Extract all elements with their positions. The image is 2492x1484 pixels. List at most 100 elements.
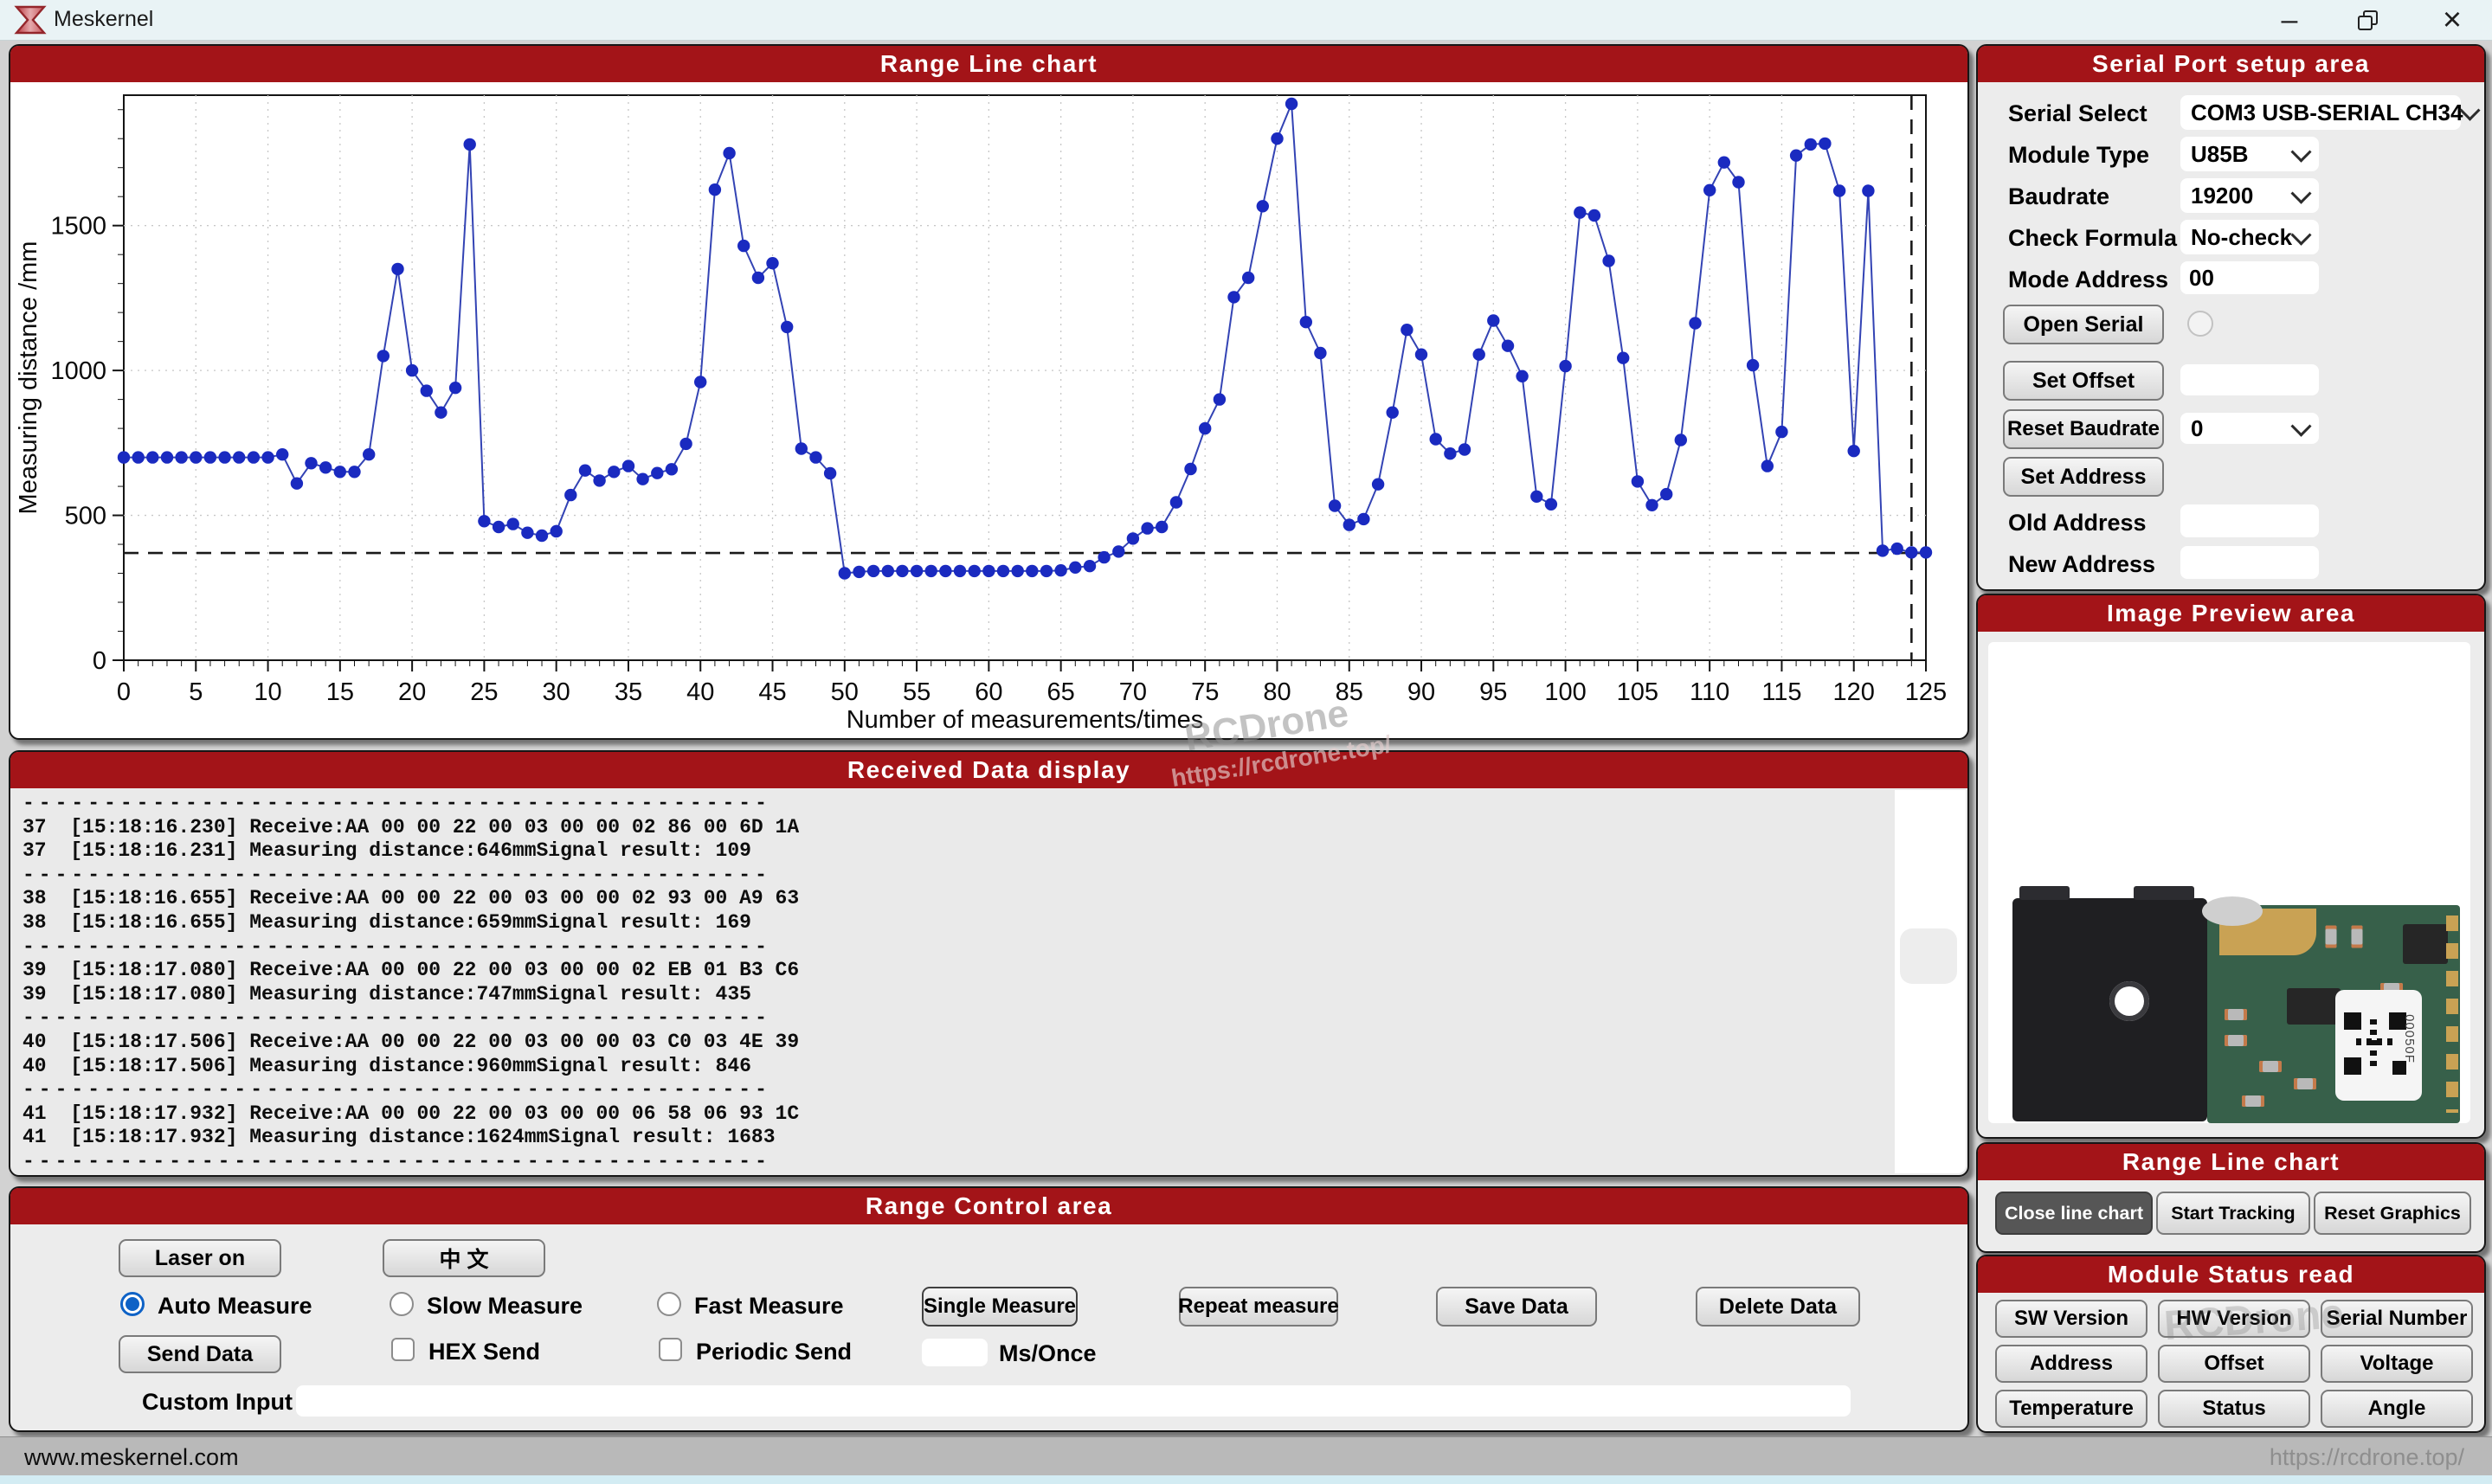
range-line-chart-panel: Range Line chart 05101520253035404550556… (9, 44, 1969, 740)
svg-text:85: 85 (1336, 678, 1363, 706)
periodic-send-checkbox[interactable] (659, 1338, 682, 1361)
svg-text:40: 40 (686, 678, 714, 706)
range-control-panel: Range Control area Laser on 中 文 Auto Mea… (9, 1186, 1969, 1432)
reset-graphics-button[interactable]: Reset Graphics (2314, 1192, 2471, 1235)
baudrate-dropdown[interactable]: 19200 (2180, 178, 2319, 213)
module-status-panel: Module Status read SW VersionHW VersionS… (1976, 1255, 2486, 1433)
restore-icon (2358, 10, 2377, 29)
panel-header: Range Line chart (1978, 1144, 2484, 1180)
window-title: Meskernel (54, 7, 153, 32)
start-tracking-button[interactable]: Start Tracking (2156, 1192, 2310, 1235)
mode-address-input[interactable] (2180, 261, 2319, 294)
svg-text:50: 50 (831, 678, 859, 706)
log-line: 40 [15:18:17.506] Measuring distance:960… (23, 1055, 1890, 1079)
qr-code-label: 00050F (2335, 990, 2422, 1101)
svg-text:70: 70 (1119, 678, 1147, 706)
svg-text:35: 35 (615, 678, 642, 706)
log-line: 41 [15:18:17.932] Measuring distance:162… (23, 1126, 1890, 1150)
new-address-label: New Address (2008, 551, 2155, 578)
voltage-button[interactable]: Voltage (2321, 1345, 2473, 1383)
serial-text: 00050F (2402, 1014, 2417, 1063)
send-data-button[interactable]: Send Data (119, 1335, 281, 1373)
log-line: 40 [15:18:17.506] Receive:AA 00 00 22 00… (23, 1031, 1890, 1055)
serial-select-value: COM3 USB-SERIAL CH34 (2191, 100, 2463, 126)
check-formula-dropdown[interactable]: No-check (2180, 220, 2319, 254)
svg-text:65: 65 (1047, 678, 1075, 706)
received-data-log[interactable]: ----------------------------------------… (23, 792, 1890, 1172)
offset-input[interactable] (2180, 364, 2319, 395)
reset-baudrate-dropdown[interactable]: 0 (2180, 413, 2319, 444)
svg-text:0: 0 (93, 647, 106, 675)
log-line: 37 [15:18:16.231] Measuring distance:646… (23, 839, 1890, 864)
panel-title: Received Data display (847, 756, 1130, 784)
radio-fast-measure[interactable] (657, 1292, 681, 1316)
panel-header: Range Line chart (10, 46, 1967, 82)
svg-text:120: 120 (1833, 678, 1875, 706)
serial-select-label: Serial Select (2008, 100, 2147, 127)
set-address-button[interactable]: Set Address (2003, 457, 2164, 497)
watermark-url: https://rcdrone.top/ (2270, 1444, 2464, 1471)
serial-open-indicator (2187, 311, 2213, 337)
serial-number-button[interactable]: Serial Number (2321, 1300, 2473, 1338)
set-offset-button[interactable]: Set Offset (2003, 361, 2164, 401)
serial-select-dropdown[interactable]: COM3 USB-SERIAL CH34 (2180, 95, 2461, 130)
restore-button[interactable] (2339, 0, 2396, 40)
panel-title: Range Line chart (880, 50, 1098, 78)
single-measure-button[interactable]: Single Measure (922, 1287, 1078, 1327)
check-formula-value: No-check (2191, 224, 2292, 251)
log-separator: ----------------------------------------… (23, 1006, 1890, 1031)
module-type-dropdown[interactable]: U85B (2180, 137, 2319, 171)
scrollbar-thumb[interactable] (1900, 928, 1957, 984)
save-data-button[interactable]: Save Data (1436, 1287, 1597, 1327)
svg-text:10: 10 (254, 678, 281, 706)
temperature-button[interactable]: Temperature (1995, 1390, 2147, 1428)
panel-header: Image Preview area (1978, 595, 2484, 632)
log-line: 39 [15:18:17.080] Receive:AA 00 00 22 00… (23, 959, 1890, 983)
mode-address-label: Mode Address (2008, 267, 2168, 293)
svg-text:Measuring distance /mm: Measuring distance /mm (15, 241, 42, 515)
ms-once-input[interactable] (922, 1339, 988, 1366)
close-button[interactable]: × (2424, 0, 2481, 40)
module-photo: 00050F (1988, 642, 2470, 1123)
hw-version-button[interactable]: HW Version (2158, 1300, 2310, 1338)
chevron-down-icon (2290, 183, 2311, 203)
panel-header: Serial Port setup area (1978, 46, 2484, 82)
hex-send-checkbox[interactable] (391, 1338, 415, 1361)
status-bar-url: www.meskernel.com (24, 1444, 239, 1471)
svg-text:60: 60 (975, 678, 1002, 706)
log-line: 41 [15:18:17.932] Receive:AA 00 00 22 00… (23, 1102, 1890, 1127)
offset-button[interactable]: Offset (2158, 1345, 2310, 1383)
chevron-down-icon (2290, 141, 2311, 162)
svg-text:Number of measurements/times: Number of measurements/times (847, 706, 1204, 734)
reset-baudrate-value: 0 (2191, 415, 2203, 442)
radio-auto-measure[interactable] (120, 1292, 145, 1316)
repeat-measure-button[interactable]: Repeat measure (1179, 1287, 1338, 1327)
log-line: 37 [15:18:16.230] Receive:AA 00 00 22 00… (23, 816, 1890, 840)
custom-input[interactable] (296, 1385, 1851, 1417)
language-button[interactable]: 中 文 (383, 1239, 545, 1277)
close-line-chart-button[interactable]: Close line chart (1995, 1192, 2153, 1235)
open-serial-button[interactable]: Open Serial (2003, 305, 2164, 344)
minimize-button[interactable]: – (2261, 0, 2318, 40)
laser-on-button[interactable]: Laser on (119, 1239, 281, 1277)
delete-data-button[interactable]: Delete Data (1696, 1287, 1860, 1327)
radio-slow-measure[interactable] (390, 1292, 414, 1316)
old-address-label: Old Address (2008, 510, 2147, 536)
scrollbar[interactable] (1895, 790, 1966, 1173)
sw-version-button[interactable]: SW Version (1995, 1300, 2147, 1338)
address-button[interactable]: Address (1995, 1345, 2147, 1383)
log-separator: ----------------------------------------… (23, 792, 1890, 816)
log-line: 38 [15:18:16.655] Receive:AA 00 00 22 00… (23, 887, 1890, 911)
app-logo-icon (14, 4, 47, 35)
app-window: Meskernel – × Range Line chart 051015202… (0, 0, 2492, 1484)
qr-code (2344, 1012, 2406, 1075)
svg-text:95: 95 (1479, 678, 1507, 706)
status-button[interactable]: Status (2158, 1390, 2310, 1428)
module-type-value: U85B (2191, 141, 2248, 168)
range-line-chart: 0510152025303540455055606570758085909510… (10, 82, 1964, 735)
angle-button[interactable]: Angle (2321, 1390, 2473, 1428)
new-address-input[interactable] (2180, 546, 2319, 579)
baudrate-value: 19200 (2191, 183, 2253, 209)
old-address-input[interactable] (2180, 504, 2319, 537)
reset-baudrate-button[interactable]: Reset Baudrate (2003, 409, 2164, 449)
